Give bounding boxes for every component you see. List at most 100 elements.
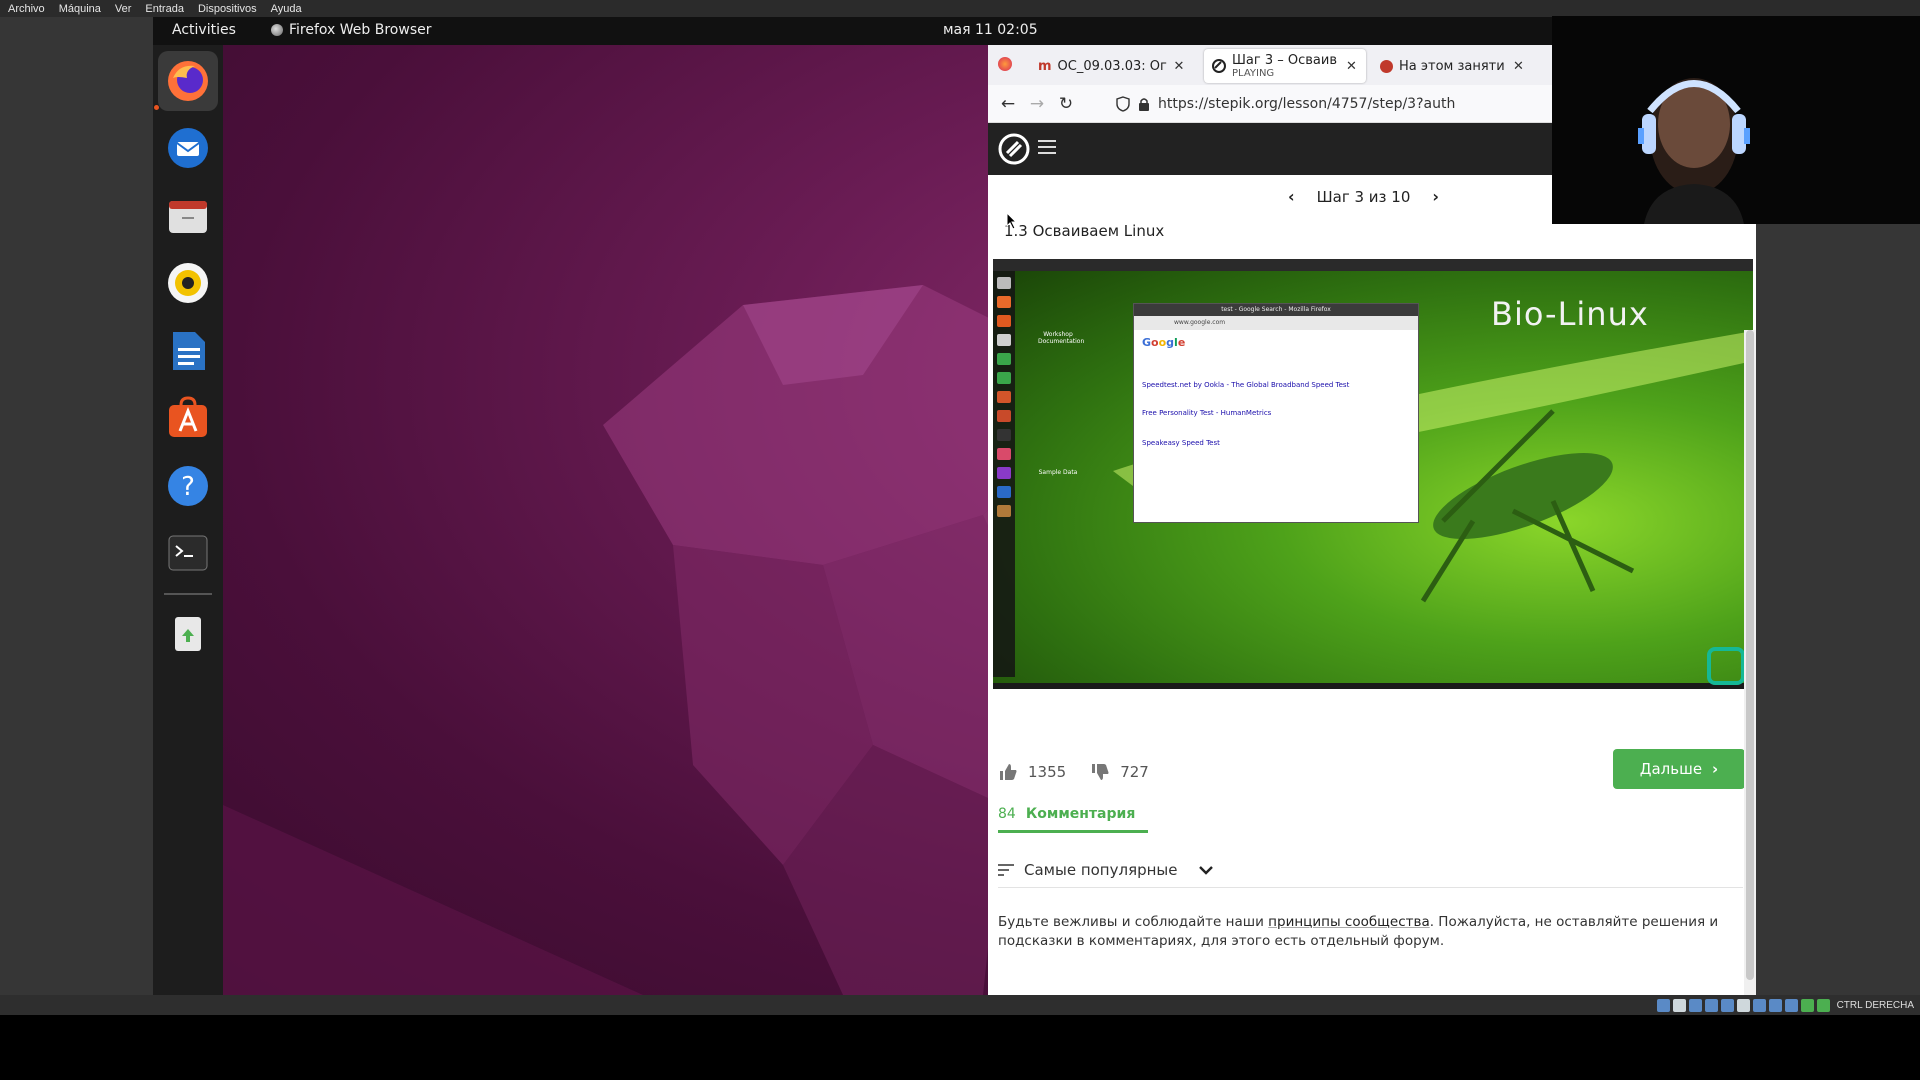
tab-os-course[interactable]: m ОС_09.03.03: Ог ✕: [1030, 49, 1198, 83]
usb-icon[interactable]: [1720, 998, 1734, 1012]
dock-separator: [164, 593, 212, 595]
next-button[interactable]: Дальше ›: [1613, 749, 1745, 789]
host-menu-maquina[interactable]: Máquina: [59, 3, 101, 15]
host-left-margin: [0, 17, 153, 1014]
close-icon[interactable]: ✕: [1346, 59, 1357, 74]
shared-folders-icon[interactable]: [1736, 998, 1750, 1012]
url-bar[interactable]: https://stepik.org/lesson/4757/step/3?au…: [1116, 90, 1516, 118]
lock-icon: [1139, 97, 1149, 111]
clock[interactable]: мая 11 02:05: [943, 22, 1038, 38]
software-icon: [169, 396, 207, 437]
hamburger-menu-icon[interactable]: [1038, 140, 1056, 154]
optical-drive-icon[interactable]: [1672, 998, 1686, 1012]
divider: [998, 887, 1743, 888]
scrollbar-thumb[interactable]: [1746, 330, 1754, 980]
page-scrollbar[interactable]: [1744, 330, 1756, 995]
stepik-page: ‹ Шаг 3 из 10 › 1.3 Осваиваем Linux Bio-…: [988, 175, 1756, 995]
dock-thunderbird[interactable]: [158, 118, 218, 178]
writer-icon: [173, 332, 205, 370]
gnome-topbar: Activities Firefox Web Browser мая 11 02…: [153, 17, 1756, 45]
video-bottom-bar: [993, 683, 1753, 689]
audio-icon[interactable]: [1688, 998, 1702, 1012]
webcam-person-image: [1552, 16, 1920, 224]
display-icon[interactable]: [1752, 998, 1766, 1012]
bio-linux-title: Bio-Linux: [1491, 295, 1649, 333]
app-menu[interactable]: Firefox Web Browser: [271, 22, 432, 38]
host-menu-archivo[interactable]: Archivo: [8, 3, 45, 15]
files-icon: [169, 201, 207, 233]
moodle-icon: m: [1038, 58, 1052, 74]
sort-dropdown[interactable]: Самые популярные: [998, 861, 1214, 879]
forward-icon[interactable]: →: [1026, 93, 1048, 115]
video-inner-titlebar: test - Google Search - Mozilla Firefox: [1134, 304, 1418, 316]
host-menu-dispositivos[interactable]: Dispositivos: [198, 3, 257, 15]
webcam-overlay: [1552, 16, 1920, 224]
close-icon[interactable]: ✕: [1174, 59, 1185, 74]
hard-disk-icon[interactable]: [1656, 998, 1670, 1012]
dock-trash[interactable]: [158, 602, 218, 662]
close-icon[interactable]: ✕: [1513, 59, 1524, 74]
tab-stepik[interactable]: Шаг 3 – Осваив PLAYING ✕: [1204, 49, 1366, 83]
stepik-logo[interactable]: [998, 133, 1030, 165]
help-icon: ?: [168, 466, 208, 506]
sort-label: Самые популярные: [1024, 861, 1178, 879]
app-menu-label: Firefox Web Browser: [289, 22, 432, 38]
dock-help[interactable]: ?: [158, 456, 218, 516]
mouse-cursor: [1006, 212, 1018, 230]
dock-files[interactable]: [158, 186, 218, 246]
video-guest-topbar: [993, 259, 1753, 271]
trash-icon: [175, 617, 201, 651]
recording-icon[interactable]: [1768, 998, 1782, 1012]
tab-title: Шаг 3 – Осваив: [1232, 53, 1337, 68]
thumbs-up-icon[interactable]: [998, 762, 1018, 782]
comments-tab[interactable]: 84 Комментария: [998, 806, 1148, 833]
dislikes-count: 727: [1120, 763, 1149, 781]
site-icon: [1380, 59, 1393, 73]
video-search-result: Speakeasy Speed Test: [1142, 439, 1220, 447]
firefox-small-icon: [271, 24, 283, 36]
video-inner-browser: test - Google Search - Mozilla Firefox w…: [1133, 303, 1419, 523]
dock-rhythmbox[interactable]: [158, 253, 218, 313]
tab-title: На этом заняти: [1399, 58, 1505, 74]
host-menu-ayuda[interactable]: Ayuda: [271, 3, 302, 15]
chevron-right-icon: ›: [1712, 760, 1719, 778]
community-notice: Будьте вежливы и соблюдайте наши принцип…: [998, 913, 1738, 951]
tab-lesson[interactable]: На этом заняти ✕: [1372, 49, 1532, 83]
activities-button[interactable]: Activities: [172, 22, 236, 38]
rhythmbox-icon: [168, 263, 208, 303]
host-menu-ver[interactable]: Ver: [115, 3, 132, 15]
video-search-result: Free Personality Test - HumanMetrics: [1142, 409, 1272, 417]
thunderbird-icon: [168, 128, 208, 168]
svg-text:?: ?: [181, 472, 195, 502]
network-icon[interactable]: [1704, 998, 1718, 1012]
next-button-label: Дальше: [1639, 760, 1703, 778]
dock-firefox[interactable]: [158, 51, 218, 111]
guest-screen: Activities Firefox Web Browser мая 11 02…: [153, 17, 1756, 995]
video-player[interactable]: Bio-Linux Workshop Documentation Sample …: [993, 259, 1753, 689]
host-menu-entrada[interactable]: Entrada: [145, 3, 184, 15]
video-search-result: Speedtest.net by Ookla - The Global Broa…: [1142, 381, 1350, 389]
virtualization-icon[interactable]: [1784, 998, 1798, 1012]
reload-icon[interactable]: ↻: [1055, 93, 1077, 115]
tab-playing-label: PLAYING: [1232, 68, 1275, 79]
step-indicator: Шаг 3 из 10: [1316, 187, 1411, 206]
host-statusbar: CTRL DERECHA: [0, 995, 1920, 1015]
next-step-icon[interactable]: ›: [1432, 187, 1439, 206]
firefox-view-icon[interactable]: [998, 57, 1012, 71]
video-launcher-bar: [993, 271, 1015, 677]
community-rules-link[interactable]: принципы сообщества: [1268, 914, 1430, 930]
back-icon[interactable]: ←: [997, 93, 1019, 115]
previous-step-icon[interactable]: ‹: [1288, 187, 1295, 206]
url-text: https://stepik.org/lesson/4757/step/3?au…: [1158, 96, 1456, 112]
host-menubar: Archivo Máquina Ver Entrada Dispositivos…: [0, 0, 1920, 17]
thumbs-down-icon[interactable]: [1090, 762, 1110, 782]
likes-count: 1355: [1028, 763, 1067, 781]
comments-label: Комментария: [1025, 806, 1136, 822]
shield-icon: [1116, 96, 1130, 112]
dock-writer[interactable]: [158, 321, 218, 381]
mouse-integration-icon[interactable]: [1816, 998, 1830, 1012]
dock-software[interactable]: [158, 388, 218, 448]
tab-title: ОС_09.03.03: Ог: [1057, 58, 1167, 74]
dock-terminal[interactable]: [158, 523, 218, 583]
guest-additions-icon[interactable]: [1800, 998, 1814, 1012]
